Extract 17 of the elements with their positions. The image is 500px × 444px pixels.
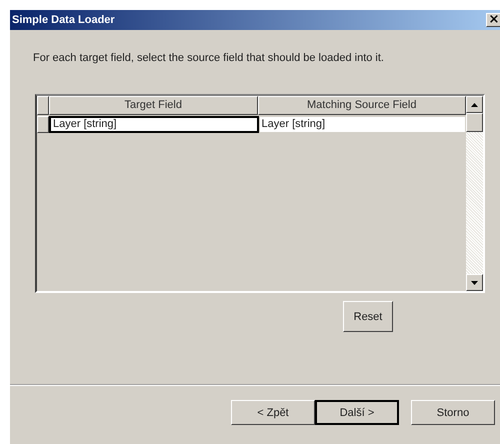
table-cell[interactable]: Layer [string] xyxy=(258,116,466,133)
close-button[interactable]: × xyxy=(486,13,500,27)
scroll-up-icon[interactable] xyxy=(466,96,483,113)
reset-button[interactable]: Reset xyxy=(343,301,393,332)
instruction-text: For each target field, select the source field that should be loaded into it. xyxy=(33,52,385,64)
back-button[interactable]: < Zpět xyxy=(231,400,315,425)
row-header xyxy=(37,116,49,133)
next-button[interactable]: Další > xyxy=(315,400,399,425)
scroll-down-icon[interactable] xyxy=(466,274,483,291)
scrollbar[interactable] xyxy=(466,96,483,291)
table-cell[interactable]: Layer [string] xyxy=(49,116,258,133)
column-header[interactable]: Matching Source Field xyxy=(258,96,466,115)
row-header xyxy=(37,96,49,115)
cancel-button[interactable]: Storno xyxy=(411,400,495,425)
window-title: Simple Data Loader xyxy=(12,14,115,26)
scroll-thumb[interactable] xyxy=(466,113,483,132)
column-header[interactable]: Target Field xyxy=(49,96,258,115)
